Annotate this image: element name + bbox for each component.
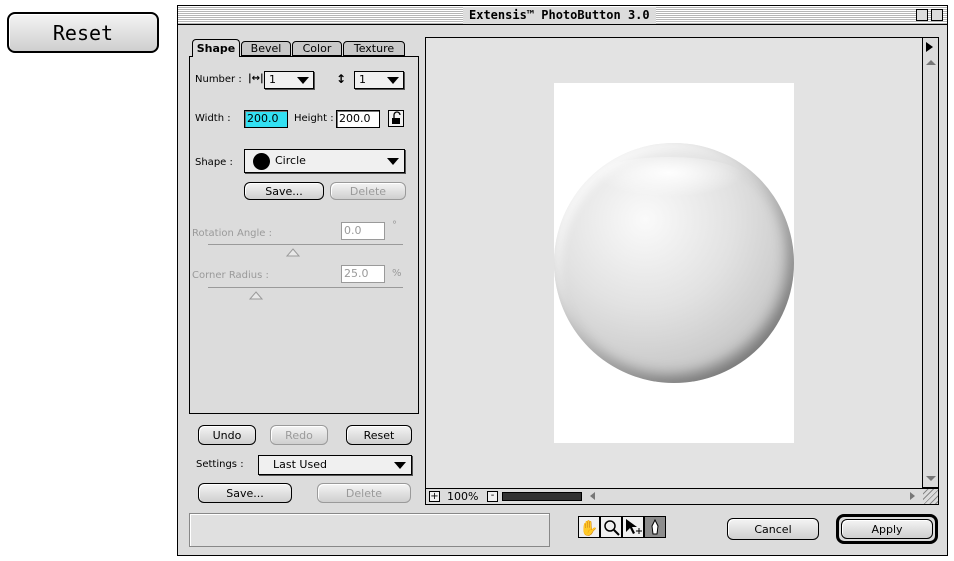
settings-select[interactable]: Last Used bbox=[258, 455, 412, 475]
settings-value: Last Used bbox=[273, 458, 327, 471]
width-label: Width : bbox=[195, 113, 231, 124]
shape-save-button[interactable]: Save... bbox=[244, 182, 324, 200]
vertical-count-select[interactable]: 1 bbox=[354, 71, 404, 89]
chevron-down-icon bbox=[387, 158, 399, 165]
rotation-slider-thumb[interactable] bbox=[285, 247, 301, 260]
settings-save-button[interactable]: Save... bbox=[198, 483, 292, 503]
status-field bbox=[189, 513, 550, 547]
chevron-down-icon bbox=[394, 462, 406, 469]
standalone-reset-button[interactable]: Reset bbox=[7, 12, 159, 53]
preview-canvas bbox=[554, 83, 794, 443]
scroll-down-icon[interactable] bbox=[926, 476, 936, 481]
vertical-count-icon: ↕ bbox=[336, 72, 347, 86]
corner-radius-label: Corner Radius : bbox=[192, 270, 269, 281]
title-bar[interactable]: Extensis™ PhotoButton 3.0 bbox=[178, 6, 947, 25]
zoom-level: 100% bbox=[447, 490, 479, 503]
corner-slider-thumb[interactable] bbox=[248, 290, 264, 303]
circle-shape-icon bbox=[253, 153, 270, 170]
magnifier-icon[interactable] bbox=[600, 516, 622, 538]
rotation-angle-label: Rotation Angle : bbox=[192, 228, 273, 239]
hand-icon[interactable]: ✋ bbox=[578, 516, 600, 538]
horizontal-count-value: 1 bbox=[269, 73, 276, 86]
settings-label: Settings : bbox=[196, 459, 244, 470]
button-highlight bbox=[594, 157, 744, 197]
expand-arrow-icon[interactable] bbox=[926, 42, 933, 52]
scroll-left-icon[interactable] bbox=[590, 492, 595, 500]
height-field[interactable]: 200.0 bbox=[336, 110, 380, 128]
scroll-up-icon[interactable] bbox=[926, 60, 936, 65]
photobutton-window: Extensis™ PhotoButton 3.0 Shape Bevel Co… bbox=[177, 5, 948, 556]
collapse-box-icon[interactable] bbox=[931, 9, 943, 21]
percent-unit: % bbox=[392, 268, 402, 279]
shape-value: Circle bbox=[275, 154, 306, 167]
corner-slider-track[interactable] bbox=[208, 287, 403, 288]
tool-palette: ✋ bbox=[578, 516, 698, 542]
reset-button[interactable]: Reset bbox=[346, 425, 412, 445]
apply-button[interactable]: Apply bbox=[841, 519, 933, 539]
move-arrow-icon[interactable] bbox=[622, 516, 644, 538]
width-field[interactable]: 200.0 bbox=[244, 110, 288, 128]
cancel-button[interactable]: Cancel bbox=[727, 518, 819, 540]
horizontal-count-select[interactable]: 1 bbox=[264, 71, 314, 89]
shape-delete-button: Delete bbox=[330, 182, 406, 200]
corner-radius-field: 25.0 bbox=[341, 265, 385, 283]
chevron-down-icon bbox=[297, 77, 309, 84]
zoom-out-icon[interactable]: - bbox=[487, 491, 498, 502]
shape-label: Shape : bbox=[195, 157, 233, 168]
resize-grip-icon[interactable] bbox=[923, 489, 938, 504]
button-preview-circle bbox=[554, 143, 794, 383]
tab-texture[interactable]: Texture bbox=[343, 41, 405, 56]
scroll-right-icon[interactable] bbox=[910, 492, 915, 500]
lock-icon[interactable] bbox=[388, 110, 404, 127]
shape-select[interactable]: Circle bbox=[244, 149, 405, 173]
rotation-slider-track[interactable] bbox=[208, 244, 403, 245]
chevron-down-icon bbox=[387, 77, 399, 84]
undo-button[interactable]: Undo bbox=[198, 425, 256, 445]
zoom-slider[interactable] bbox=[502, 492, 582, 501]
horizontal-count-icon: |↔| bbox=[248, 73, 264, 84]
tab-shape[interactable]: Shape bbox=[192, 39, 240, 57]
tab-color[interactable]: Color bbox=[292, 41, 342, 56]
settings-delete-button: Delete bbox=[317, 483, 411, 503]
window-title: Extensis™ PhotoButton 3.0 bbox=[463, 7, 656, 24]
degree-unit: ° bbox=[392, 220, 397, 231]
eyedropper-icon[interactable] bbox=[644, 516, 666, 538]
rotation-angle-field: 0.0 bbox=[341, 222, 385, 240]
tab-bevel[interactable]: Bevel bbox=[241, 41, 291, 56]
height-label: Height : bbox=[294, 113, 334, 124]
preview-area[interactable] bbox=[425, 37, 922, 488]
zoom-box-icon[interactable] bbox=[916, 9, 928, 21]
vertical-scrollbar[interactable] bbox=[922, 37, 939, 488]
vertical-count-value: 1 bbox=[359, 73, 366, 86]
zoom-in-icon[interactable]: + bbox=[429, 491, 440, 502]
redo-button: Redo bbox=[270, 425, 328, 445]
zoom-bar: + 100% - bbox=[425, 488, 939, 505]
number-label: Number : bbox=[195, 74, 242, 85]
